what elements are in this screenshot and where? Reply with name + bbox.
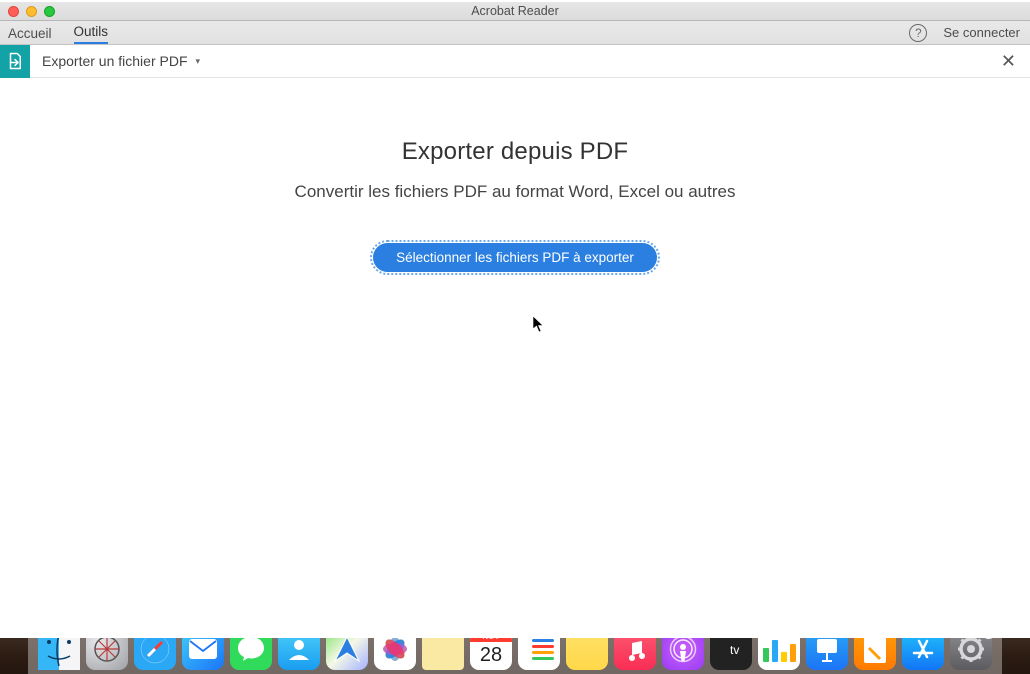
help-glyph: ? — [915, 26, 922, 40]
dock-pages[interactable] — [854, 638, 896, 670]
svg-text:tv: tv — [730, 643, 739, 657]
dock-music[interactable] — [614, 638, 656, 670]
desktop-wallpaper: NOV 28 tv — [0, 638, 1030, 674]
tab-tools[interactable]: Outils — [74, 20, 109, 44]
dock-keynote[interactable] — [806, 638, 848, 670]
close-window-icon[interactable] — [8, 6, 19, 17]
dock-notes-folder[interactable] — [422, 638, 464, 670]
tool-subbar: Exporter un fichier PDF ▾ ✕ — [0, 45, 1030, 78]
export-title: Exporter depuis PDF — [0, 138, 1030, 166]
close-tool-button[interactable]: ✕ — [1001, 51, 1030, 72]
dock-appstore[interactable] — [902, 638, 944, 670]
close-icon: ✕ — [1001, 51, 1016, 71]
dock-messages[interactable] — [230, 638, 272, 670]
export-pdf-icon — [0, 45, 30, 78]
dock-safari[interactable] — [134, 638, 176, 670]
tab-home[interactable]: Accueil — [8, 22, 52, 44]
tab-bar: Accueil Outils ? Se connecter — [0, 21, 1030, 45]
dock-contacts[interactable] — [278, 638, 320, 670]
dock-maps[interactable] — [326, 638, 368, 670]
dock-appletv[interactable]: tv — [710, 638, 752, 670]
dock-reminders[interactable] — [518, 638, 560, 670]
select-pdf-button[interactable]: Sélectionner les fichiers PDF à exporter — [374, 244, 656, 271]
dock-podcasts[interactable] — [662, 638, 704, 670]
main-content: Exporter depuis PDF Convertir les fichie… — [0, 78, 1030, 638]
tool-dropdown[interactable]: Exporter un fichier PDF ▾ — [30, 53, 200, 69]
dock-stickies[interactable] — [566, 638, 608, 670]
mouse-cursor-icon — [532, 315, 546, 337]
window-titlebar: Acrobat Reader — [0, 2, 1030, 21]
tool-label: Exporter un fichier PDF — [42, 53, 188, 69]
dock-numbers[interactable] — [758, 638, 800, 670]
export-subtitle: Convertir les fichiers PDF au format Wor… — [0, 182, 1030, 202]
minimize-window-icon[interactable] — [26, 6, 37, 17]
dock-calendar[interactable]: NOV 28 — [470, 638, 512, 670]
dock-photos[interactable] — [374, 638, 416, 670]
help-icon[interactable]: ? — [909, 24, 927, 42]
zoom-window-icon[interactable] — [44, 6, 55, 17]
signin-link[interactable]: Se connecter — [943, 25, 1022, 40]
dock: NOV 28 tv — [28, 638, 1002, 674]
chevron-down-icon: ▾ — [196, 56, 201, 67]
calendar-day: 28 — [480, 642, 502, 668]
window-title: Acrobat Reader — [0, 4, 1030, 18]
window-controls — [0, 6, 55, 17]
dock-system-preferences[interactable]: 1 — [950, 638, 992, 670]
dock-finder[interactable] — [38, 638, 80, 670]
dock-mail[interactable] — [182, 638, 224, 670]
dock-launchpad[interactable] — [86, 638, 128, 670]
